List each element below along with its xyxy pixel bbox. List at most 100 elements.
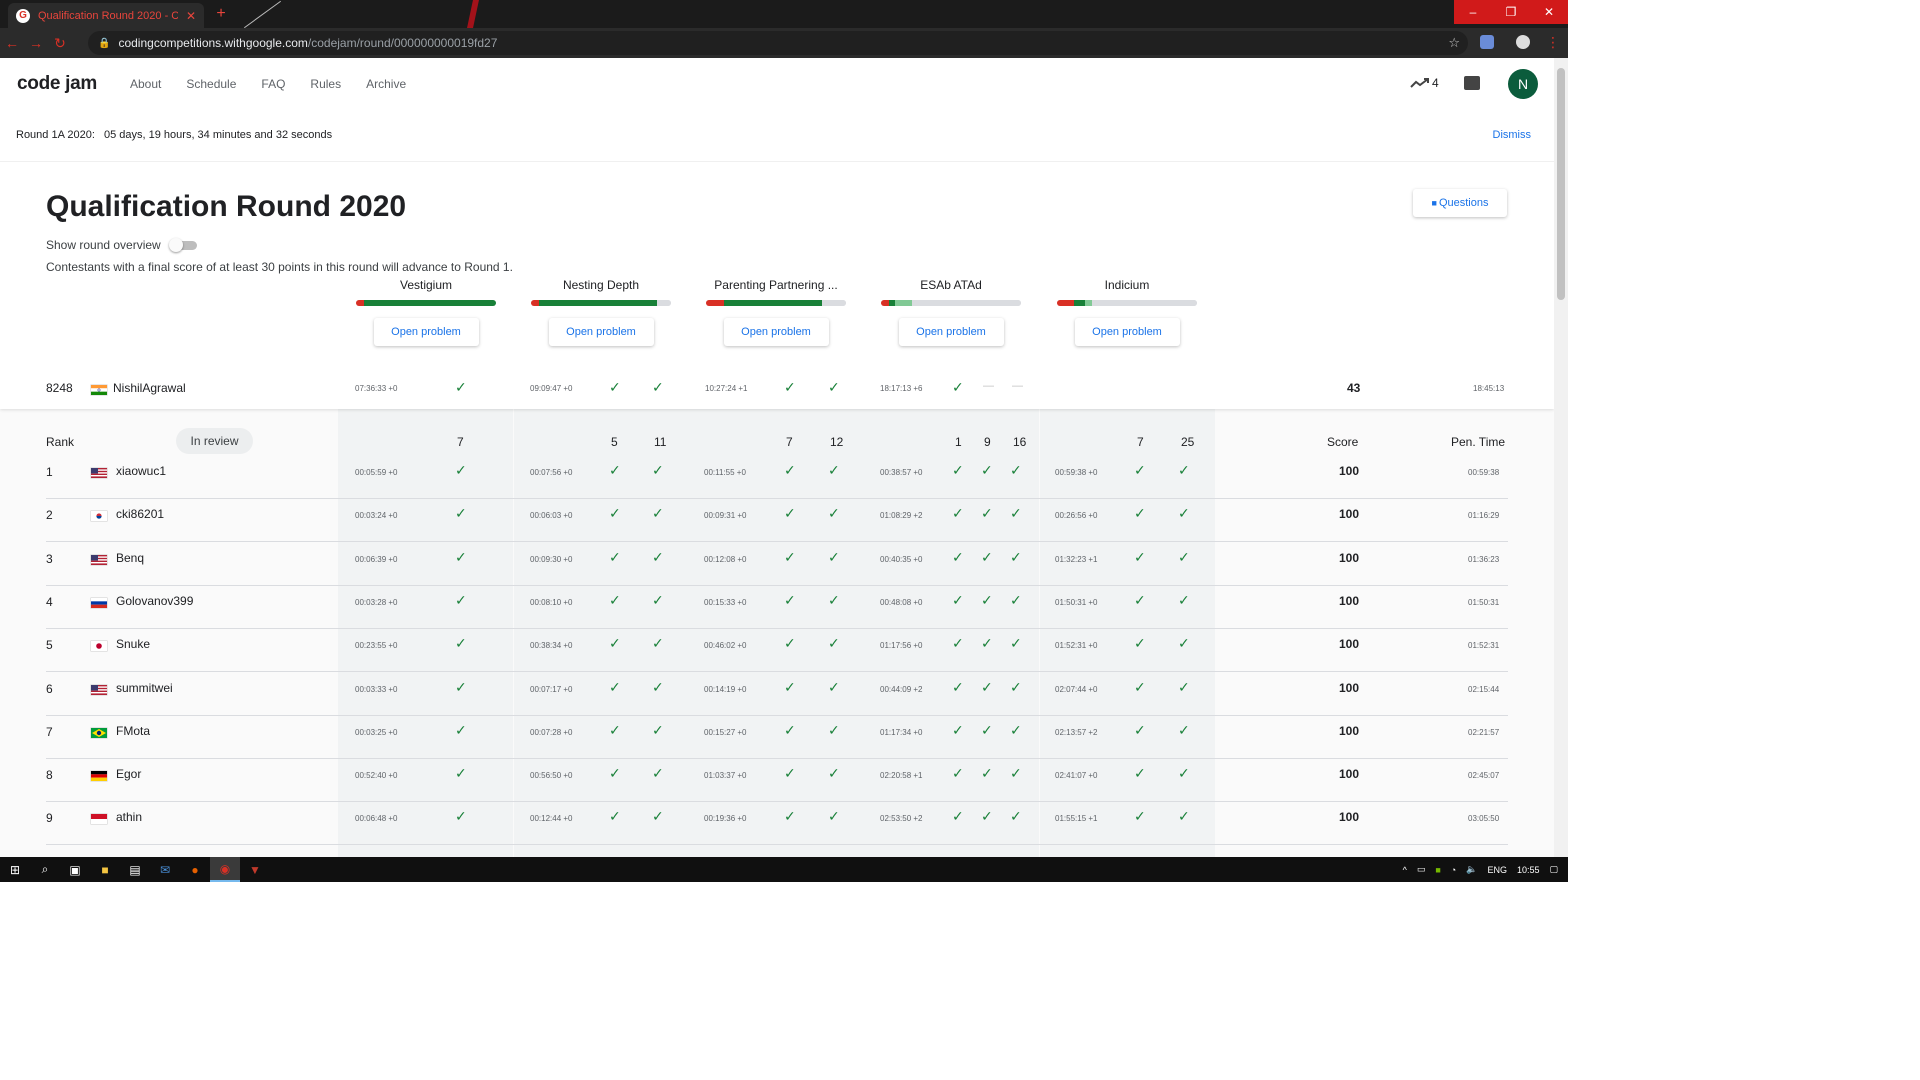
reload-button[interactable]: ↻: [48, 35, 72, 52]
test-set-points: 9: [984, 435, 991, 449]
problem-name: Nesting Depth: [562, 278, 640, 292]
bookmark-star-icon[interactable]: ☆: [1448, 35, 1460, 51]
camera-extension-icon[interactable]: [1480, 35, 1494, 49]
progress-segment-green: [539, 300, 657, 306]
table-row[interactable]: 7 FMota 00:03:25 +0 ✓ 00:07:28 +0 ✓ ✓ 00:15:27 …: [0, 716, 1554, 759]
scrollbar-thumb[interactable]: [1557, 68, 1565, 300]
penalty-time: 02:45:07: [1468, 771, 1500, 781]
address-bar[interactable]: 🔒 codingcompetitions.withgoogle.com /cod…: [88, 31, 1468, 55]
username[interactable]: summitwei: [116, 681, 173, 695]
nav-faq[interactable]: FAQ: [261, 77, 285, 91]
table-row[interactable]: 3 Benq 00:06:39 +0 ✓ 00:09:30 +0 ✓ ✓ 00:12:08 +…: [0, 543, 1554, 586]
username[interactable]: Golovanov399: [116, 594, 193, 608]
problem-name: ESAb ATAd: [920, 278, 982, 292]
dismiss-button[interactable]: Dismiss: [1493, 129, 1532, 141]
clock[interactable]: 10:55: [1517, 865, 1540, 875]
restore-button[interactable]: ❐: [1492, 0, 1530, 24]
check-icon: ✓: [1010, 505, 1022, 522]
my-username[interactable]: NishilAgrawal: [113, 381, 186, 395]
check-icon: ✓: [784, 765, 796, 782]
search-icon[interactable]: ⌕: [30, 857, 60, 882]
progress-segment-red: [356, 300, 365, 306]
my-standing-row: 8248 NishilAgrawal 07:36:33 +0 ✓ 09:09:47 +0…: [0, 374, 1554, 404]
tray-chevron-icon[interactable]: ^: [1403, 865, 1407, 875]
penalty-header: Pen. Time: [1451, 435, 1506, 449]
rank: 6: [46, 681, 53, 696]
browser-tab[interactable]: G Qualification Round 2020 - Code ✕: [8, 3, 204, 28]
open-problem-button[interactable]: Open problem: [723, 318, 829, 346]
nav-about[interactable]: About: [130, 77, 161, 91]
problem-column-header: Indicium Open problem: [1057, 278, 1197, 346]
progress-segment-red: [706, 300, 725, 306]
username[interactable]: xiaowuc1: [116, 464, 166, 478]
notification-center-icon[interactable]: ▢: [1549, 864, 1558, 875]
language-indicator[interactable]: ENG: [1487, 865, 1507, 875]
firefox-icon[interactable]: ●: [180, 857, 210, 882]
browser-menu-icon[interactable]: ⋮: [1546, 34, 1560, 51]
solve-time: 00:06:48 +0: [355, 814, 398, 824]
progress-segment-gray: [656, 300, 671, 306]
open-problem-button[interactable]: Open problem: [898, 318, 1004, 346]
check-icon: ✓: [1010, 765, 1022, 782]
minimize-button[interactable]: –: [1454, 0, 1492, 24]
avatar[interactable]: N: [1508, 69, 1538, 99]
table-row[interactable]: 8 Egor 00:52:40 +0 ✓ 00:56:50 +0 ✓ ✓ 01:03:37 +…: [0, 759, 1554, 803]
check-icon: ✓: [952, 808, 964, 825]
username[interactable]: Snuke: [116, 637, 150, 651]
open-problem-button[interactable]: Open problem: [1074, 318, 1180, 346]
open-problem-button[interactable]: Open problem: [548, 318, 654, 346]
nav-archive[interactable]: Archive: [366, 77, 406, 91]
solve-time: 00:59:38 +0: [1055, 468, 1098, 477]
check-icon: ✓: [952, 548, 964, 565]
wallpaper-decoration: [244, 0, 281, 28]
check-icon: ✓: [652, 591, 664, 608]
new-tab-button[interactable]: +: [212, 5, 230, 23]
store-icon[interactable]: ▤: [120, 857, 150, 882]
window-close-button[interactable]: ✕: [1530, 0, 1568, 24]
nav-rules[interactable]: Rules: [310, 77, 341, 91]
table-row[interactable]: 4 Golovanov399 00:03:28 +0 ✓ 00:08:10 +0 ✓ ✓ 00…: [0, 586, 1554, 629]
close-tab-icon[interactable]: ✕: [186, 9, 196, 23]
table-row[interactable]: 5 Snuke 00:23:55 +0 ✓ 00:38:34 +0 ✓ ✓ 00:46:02 …: [0, 629, 1554, 673]
task-view-icon[interactable]: ▣: [60, 857, 90, 882]
table-row[interactable]: 9 athin 00:06:48 +0 ✓ 00:12:44 +0 ✓ ✓ 00:19:36 …: [0, 802, 1554, 846]
check-icon: ✓: [1134, 721, 1146, 738]
table-row[interactable]: 2 cki86201 00:03:24 +0 ✓ 00:06:03 +0 ✓ ✓ 00:09:…: [0, 499, 1554, 543]
username[interactable]: cki86201: [116, 507, 164, 521]
battery-icon[interactable]: ▭: [1417, 864, 1426, 875]
file-explorer-icon[interactable]: ■: [90, 857, 120, 882]
notifications-button[interactable]: 4: [1410, 76, 1439, 90]
volume-icon[interactable]: 🔈: [1466, 864, 1477, 875]
open-problem-button[interactable]: Open problem: [373, 318, 479, 346]
test-set-points: 25: [1181, 435, 1195, 449]
chat-icon[interactable]: [1464, 76, 1480, 90]
username[interactable]: Benq: [116, 551, 144, 565]
chrome-icon[interactable]: ◉: [210, 857, 240, 882]
nvidia-icon[interactable]: ■: [1435, 865, 1440, 875]
start-button[interactable]: ⊞: [0, 857, 30, 882]
back-button[interactable]: ←: [0, 35, 24, 51]
forward-button[interactable]: →: [24, 35, 48, 51]
solve-time: 02:41:07 +0: [1055, 771, 1098, 781]
overview-toggle[interactable]: [168, 238, 199, 252]
countdown-label: Round 1A 2020:: [16, 129, 95, 141]
in-review-chip[interactable]: In review: [176, 428, 253, 454]
profile-icon[interactable]: [1516, 35, 1530, 49]
app-icon[interactable]: ▼: [240, 857, 270, 882]
check-icon: ✓: [1178, 678, 1190, 695]
page-scrollbar[interactable]: [1554, 58, 1568, 857]
table-row[interactable]: 6 summitwei 00:03:33 +0 ✓ 00:07:17 +0 ✓ ✓ 00:14…: [0, 673, 1554, 716]
dash-icon: —: [983, 380, 994, 392]
username[interactable]: athin: [116, 810, 142, 824]
nav-schedule[interactable]: Schedule: [186, 77, 236, 91]
wifi-icon[interactable]: ◔: [1451, 865, 1456, 875]
username[interactable]: Egor: [116, 767, 141, 781]
username[interactable]: FMota: [116, 724, 150, 738]
table-row[interactable]: 1 xiaowuc1 00:05:59 +0 ✓ 00:07:56 +0 ✓ ✓ 00:11:…: [0, 456, 1554, 499]
check-icon: ✓: [609, 505, 621, 522]
codejam-logo[interactable]: code jam: [17, 73, 97, 95]
lock-icon[interactable]: 🔒: [98, 38, 110, 49]
mail-icon[interactable]: ✉: [150, 857, 180, 882]
check-icon: ✓: [652, 505, 664, 522]
questions-button[interactable]: ■ Questions: [1413, 189, 1507, 217]
